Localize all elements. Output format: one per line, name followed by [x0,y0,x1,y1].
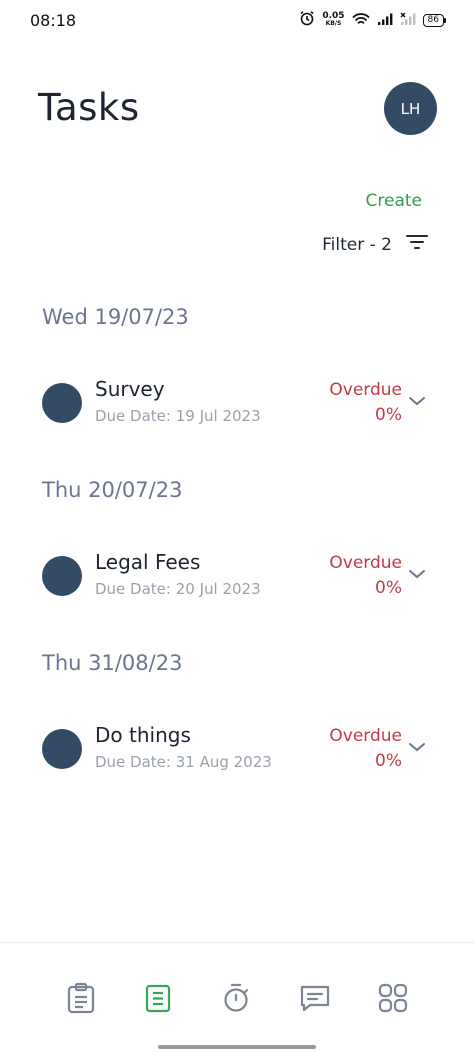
task-status-dot [42,383,82,423]
create-button[interactable]: Create [366,191,423,211]
date-header: Thu 20/07/23 [42,478,183,502]
task-due-date: Due Date: 20 Jul 2023 [95,580,261,598]
status-time: 08:18 [30,11,77,30]
bottom-nav-divider [0,942,474,943]
signal-icon [377,11,393,30]
tasks-list-icon[interactable] [143,982,173,1014]
task-title: Survey [95,377,165,401]
avatar-initials: LH [400,99,421,118]
home-indicator[interactable] [158,1045,316,1049]
task-status: Overdue [329,380,402,400]
task-progress: 0% [375,751,402,771]
net-speed-value: 0.05 [322,11,345,21]
chevron-down-icon[interactable] [408,565,426,584]
task-row[interactable]: Survey Due Date: 19 Jul 2023 Overdue 0% [0,370,474,430]
alarm-icon [299,10,315,30]
signal-x-icon [400,11,416,30]
task-title: Do things [95,723,191,747]
net-speed: 0.05 KB/S [322,12,344,28]
timer-icon[interactable] [221,982,251,1014]
task-title: Legal Fees [95,550,201,574]
battery-icon: 86 [422,13,446,27]
avatar[interactable]: LH [384,82,437,135]
task-status: Overdue [329,726,402,746]
task-status-dot [42,556,82,596]
task-due-date: Due Date: 19 Jul 2023 [95,407,261,425]
apps-grid-icon[interactable] [377,982,408,1014]
task-progress: 0% [375,578,402,598]
wifi-icon [352,11,370,30]
task-progress: 0% [375,405,402,425]
task-row[interactable]: Do things Due Date: 31 Aug 2023 Overdue … [0,716,474,776]
clipboard-icon[interactable] [66,982,96,1014]
status-icons: 0.05 KB/S 86 [299,10,446,30]
net-speed-unit: KB/S [325,20,342,27]
chevron-down-icon[interactable] [408,738,426,757]
filter-button[interactable]: Filter - 2 [322,234,428,255]
battery-level: 86 [422,13,444,27]
filter-icon [406,234,428,255]
status-bar: 08:18 0.05 KB/S 86 [0,0,474,40]
chat-icon[interactable] [299,982,330,1014]
task-status-dot [42,729,82,769]
task-due-date: Due Date: 31 Aug 2023 [95,753,272,771]
chevron-down-icon[interactable] [408,392,426,411]
task-status: Overdue [329,553,402,573]
date-header: Thu 31/08/23 [42,651,183,675]
date-header: Wed 19/07/23 [42,305,189,329]
filter-label: Filter - 2 [322,234,392,255]
task-row[interactable]: Legal Fees Due Date: 20 Jul 2023 Overdue… [0,543,474,603]
page-title: Tasks [38,86,140,129]
